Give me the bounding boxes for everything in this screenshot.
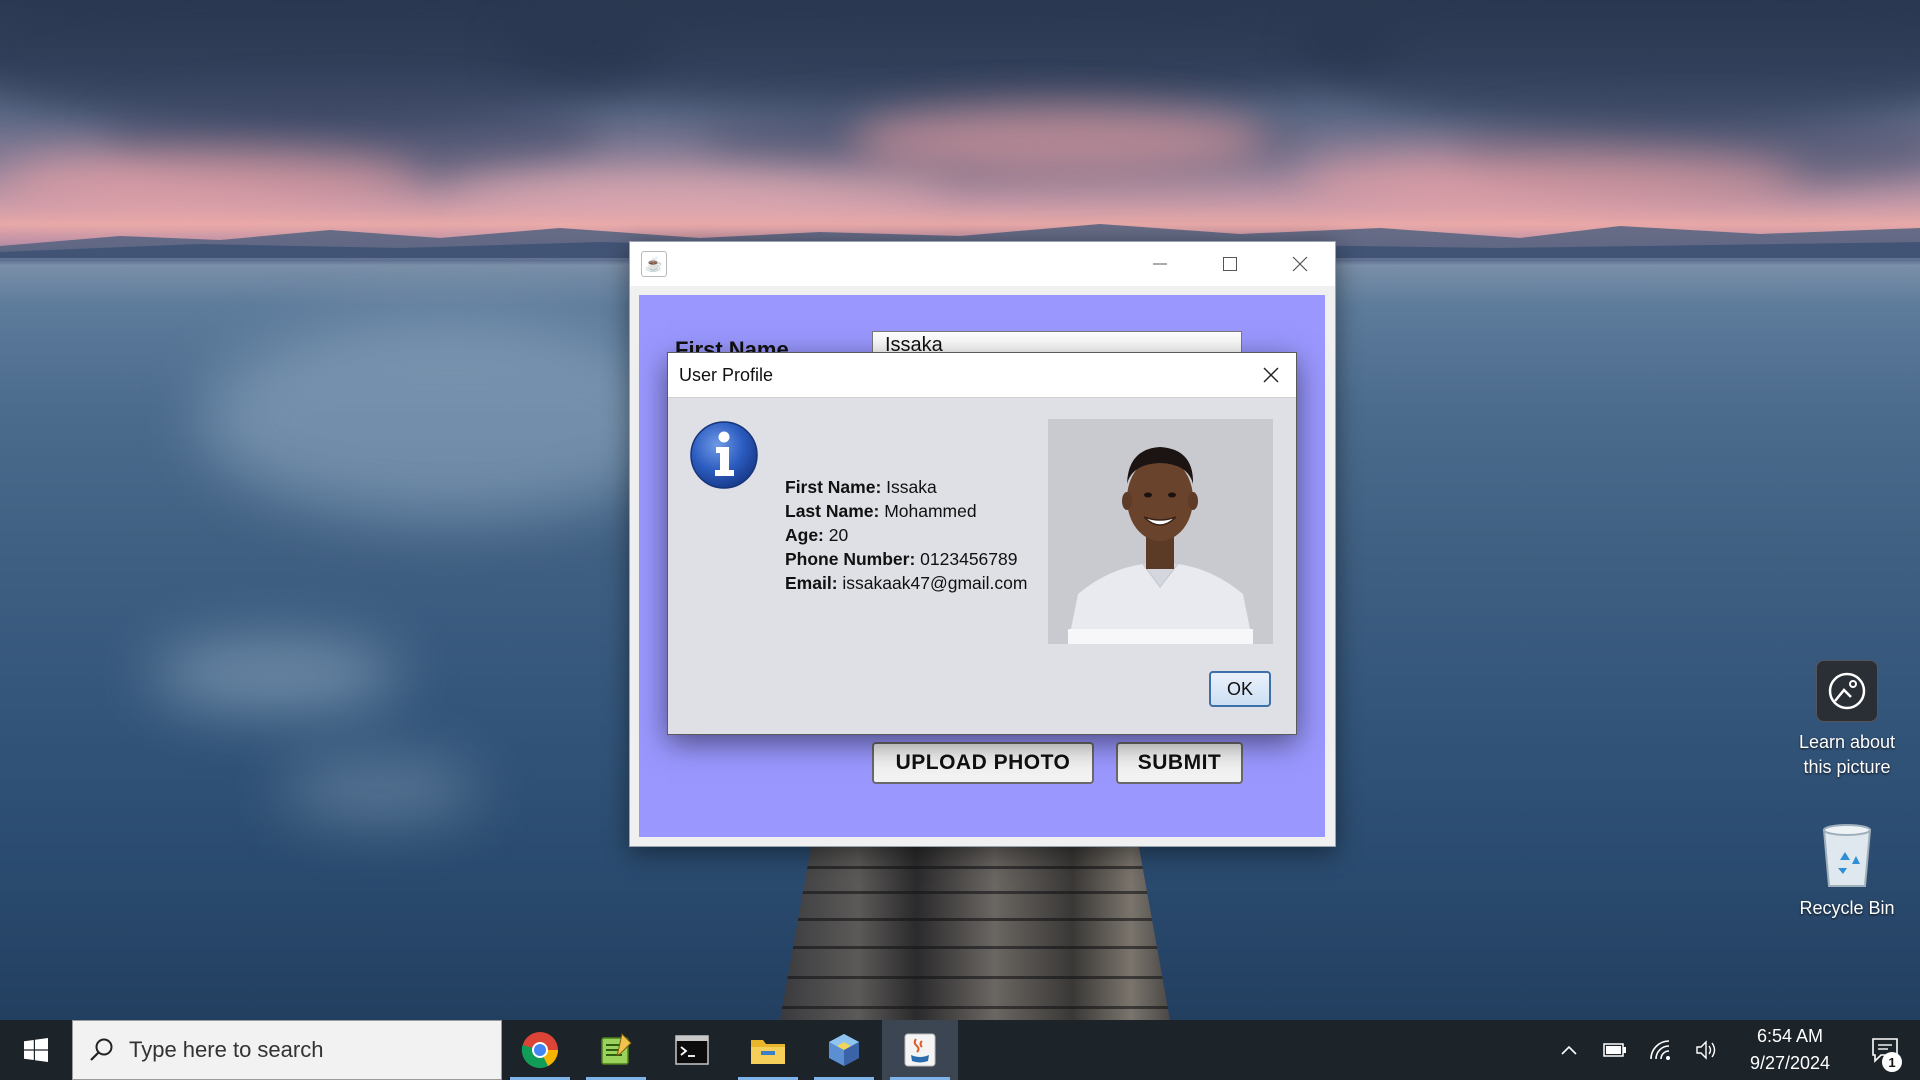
dialog-close-button[interactable] bbox=[1246, 353, 1296, 397]
maximize-button[interactable] bbox=[1195, 242, 1265, 286]
search-placeholder: Type here to search bbox=[129, 1037, 324, 1062]
submit-button[interactable]: SUBMIT bbox=[1116, 742, 1243, 784]
taskbar-app-chrome[interactable] bbox=[502, 1020, 578, 1080]
learn-about-picture-icon bbox=[1816, 660, 1878, 722]
app-titlebar[interactable]: ☕ bbox=[630, 242, 1335, 286]
start-button[interactable] bbox=[0, 1020, 72, 1080]
notification-center-button[interactable]: 1 bbox=[1850, 1020, 1920, 1080]
first-name-line: First Name: Issaka bbox=[785, 477, 937, 497]
wooden-pier bbox=[780, 846, 1170, 1020]
chevron-up-icon bbox=[1561, 1045, 1577, 1055]
taskbar-app-notepad-plus-plus[interactable] bbox=[578, 1020, 654, 1080]
dialog-titlebar[interactable]: User Profile bbox=[668, 353, 1296, 398]
close-button[interactable] bbox=[1265, 242, 1335, 286]
recycle-bin-icon bbox=[1816, 820, 1878, 890]
age-line: Age: 20 bbox=[785, 525, 849, 545]
profile-photo bbox=[1048, 419, 1273, 644]
notification-count-badge: 1 bbox=[1882, 1052, 1902, 1072]
close-icon bbox=[1263, 367, 1279, 383]
show-hidden-icons-button[interactable] bbox=[1546, 1020, 1592, 1080]
profile-details: First Name: Issaka Last Name: Mohammed A… bbox=[785, 475, 1027, 595]
upload-photo-button[interactable]: UPLOAD PHOTO bbox=[872, 742, 1094, 784]
clock-date: 9/27/2024 bbox=[1749, 1053, 1831, 1073]
email-line: Email: issakaak47@gmail.com bbox=[785, 573, 1028, 593]
close-icon bbox=[1292, 256, 1308, 272]
terminal-icon bbox=[675, 1035, 709, 1065]
windows-logo-icon bbox=[24, 1038, 48, 1062]
search-icon bbox=[90, 1038, 113, 1061]
learn-about-label-2: this picture bbox=[1803, 757, 1891, 777]
minimize-button[interactable] bbox=[1125, 242, 1195, 286]
network-button[interactable] bbox=[1638, 1020, 1684, 1080]
phone-line: Phone Number: 0123456789 bbox=[785, 549, 1018, 569]
taskbar-app-virtualbox[interactable] bbox=[806, 1020, 882, 1080]
wifi-icon bbox=[1650, 1040, 1670, 1060]
system-tray: 6:54 AM 9/27/2024 1 bbox=[1546, 1020, 1920, 1080]
learn-about-label-1: Learn about bbox=[1798, 732, 1896, 752]
minimize-icon bbox=[1153, 263, 1167, 265]
recycle-bin-label: Recycle Bin bbox=[1799, 898, 1895, 918]
ok-button[interactable]: OK bbox=[1209, 671, 1271, 707]
clock-time: 6:54 AM bbox=[1756, 1026, 1824, 1046]
maximize-icon bbox=[1223, 257, 1237, 271]
notepad-plus-plus-icon bbox=[601, 1033, 632, 1065]
taskbar-search[interactable]: Type here to search bbox=[72, 1020, 502, 1080]
java-icon bbox=[904, 1033, 936, 1067]
battery-button[interactable] bbox=[1592, 1020, 1638, 1080]
volume-button[interactable] bbox=[1684, 1020, 1730, 1080]
last-name-line: Last Name: Mohammed bbox=[785, 501, 977, 521]
desktop-icon-learn-about-picture[interactable]: Learn about this picture bbox=[1792, 660, 1902, 780]
taskbar-app-java[interactable] bbox=[882, 1020, 958, 1080]
battery-icon bbox=[1603, 1043, 1626, 1057]
desktop-icon-recycle-bin[interactable]: Recycle Bin bbox=[1792, 820, 1902, 921]
taskbar-app-terminal[interactable] bbox=[654, 1020, 730, 1080]
java-icon: ☕ bbox=[641, 251, 667, 277]
user-profile-dialog: User Profile First Name: Issaka Last Nam… bbox=[667, 352, 1297, 735]
taskbar-app-file-explorer[interactable] bbox=[730, 1020, 806, 1080]
taskbar: Type here to search 6:54 AM 9/27/2024 1 bbox=[0, 1020, 1920, 1080]
speaker-icon bbox=[1696, 1040, 1716, 1060]
taskbar-clock[interactable]: 6:54 AM 9/27/2024 bbox=[1730, 1023, 1850, 1077]
dialog-title: User Profile bbox=[679, 364, 774, 385]
virtualbox-icon bbox=[829, 1034, 859, 1066]
file-explorer-icon bbox=[751, 1040, 785, 1064]
chrome-icon bbox=[521, 1032, 558, 1069]
info-icon bbox=[689, 420, 759, 490]
